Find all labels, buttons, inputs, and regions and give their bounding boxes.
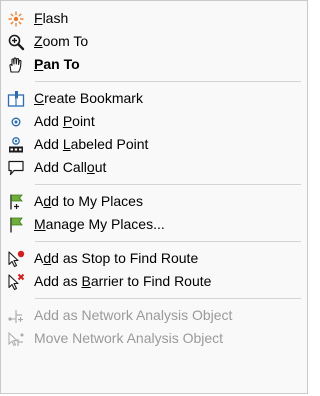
menu-item-create-bookmark[interactable]: Create Bookmark — [1, 87, 307, 110]
flash-icon — [5, 8, 27, 30]
add-place-flag-icon — [5, 191, 27, 213]
menu-item-label: Flash — [34, 10, 69, 26]
menu-item-add-network-object[interactable]: Add as Network Analysis Object — [1, 304, 307, 327]
menu-item-label: Pan To — [34, 56, 80, 72]
menu-item-label: Add Point — [34, 113, 95, 129]
menu-separator — [35, 241, 301, 242]
menu-separator — [35, 81, 301, 82]
menu-item-label: Add as Barrier to Find Route — [34, 273, 212, 289]
menu-item-label: Manage My Places... — [34, 216, 165, 232]
callout-icon — [5, 157, 27, 179]
menu-item-add-stop[interactable]: Add as Stop to Find Route — [1, 247, 307, 270]
menu-item-label: Add to My Places — [34, 193, 143, 209]
bookmark-icon — [5, 88, 27, 110]
menu-item-label: Create Bookmark — [34, 90, 143, 106]
context-menu: Flash Zoom To Pan To Create Bookmark Add… — [0, 0, 308, 394]
menu-item-label: Add Labeled Point — [34, 136, 149, 152]
menu-item-flash[interactable]: Flash — [1, 7, 307, 30]
menu-item-move-network-object[interactable]: Move Network Analysis Object — [1, 327, 307, 350]
manage-places-flag-icon — [5, 214, 27, 236]
labeled-point-icon — [5, 134, 27, 156]
menu-separator — [35, 184, 301, 185]
menu-item-add-barrier[interactable]: Add as Barrier to Find Route — [1, 270, 307, 293]
zoom-to-icon — [5, 31, 27, 53]
network-object-icon — [5, 305, 27, 327]
menu-item-add-labeled-point[interactable]: Add Labeled Point — [1, 133, 307, 156]
menu-item-label: Zoom To — [34, 33, 89, 49]
menu-item-label: Move Network Analysis Object — [34, 330, 224, 346]
menu-item-label: Add Callout — [34, 159, 107, 175]
menu-item-add-to-my-places[interactable]: Add to My Places — [1, 190, 307, 213]
move-network-object-icon — [5, 328, 27, 350]
menu-item-add-callout[interactable]: Add Callout — [1, 156, 307, 179]
menu-item-zoom-to[interactable]: Zoom To — [1, 30, 307, 53]
menu-item-manage-my-places[interactable]: Manage My Places... — [1, 213, 307, 236]
menu-item-pan-to[interactable]: Pan To — [1, 53, 307, 76]
menu-item-add-point[interactable]: Add Point — [1, 110, 307, 133]
stop-cursor-icon — [5, 248, 27, 270]
barrier-cursor-icon — [5, 271, 27, 293]
menu-item-label: Add as Stop to Find Route — [34, 250, 199, 266]
menu-separator — [35, 298, 301, 299]
menu-item-label: Add as Network Analysis Object — [34, 307, 233, 323]
pan-hand-icon — [5, 54, 27, 76]
point-icon — [5, 111, 27, 133]
